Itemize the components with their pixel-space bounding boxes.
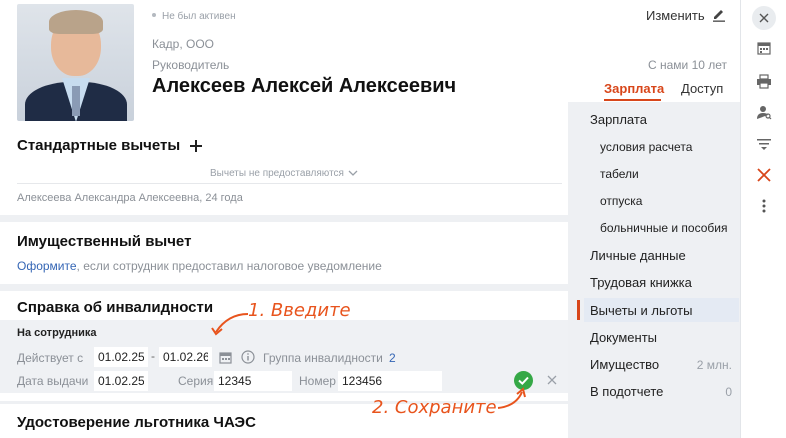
nav-item-work-book[interactable]: Трудовая книжка (590, 275, 692, 290)
nav-item-salary[interactable]: Зарплата (590, 112, 647, 127)
close-icon (759, 13, 769, 23)
divider (17, 183, 562, 184)
calendar-icon[interactable] (219, 351, 232, 364)
disability-group-value[interactable]: 2 (389, 351, 396, 365)
company-name: Кадр, ООО (152, 37, 215, 51)
annotation-step2: 2. Сохраните (372, 397, 497, 418)
chaes-title: Удостоверение льготника ЧАЭС (17, 414, 256, 431)
printer-icon[interactable] (756, 73, 772, 89)
disability-title: Справка об инвалидности (17, 299, 214, 316)
disability-group-label: Группа инвалидности (263, 351, 383, 365)
number-label: Номер (299, 374, 336, 388)
property-count: 2 млн. (696, 358, 732, 372)
series-input[interactable] (214, 371, 292, 391)
edit-button[interactable]: Изменить (646, 7, 727, 23)
tab-access[interactable]: Доступ (681, 81, 723, 96)
employee-position: Руководитель (152, 58, 230, 72)
date-range-dash: - (151, 349, 155, 363)
pencil-icon (712, 10, 725, 22)
nav-item-vacations[interactable]: отпуска (600, 194, 642, 208)
nav-item-sick-leave[interactable]: больничные и пособия (600, 221, 727, 235)
nav-item-property[interactable]: Имущество (590, 357, 659, 372)
number-input[interactable] (338, 371, 442, 391)
right-toolbar (740, 0, 786, 438)
annotation-arrow-1 (211, 313, 249, 336)
nav-active-marker (577, 300, 580, 320)
tab-salary[interactable]: Зарплата (604, 81, 664, 96)
status-text: Не был активен (162, 11, 236, 22)
standard-deductions-title: Стандартные вычеты (17, 137, 181, 154)
dependent-person[interactable]: Алексеева Александра Алексеевна, 24 года (17, 192, 243, 204)
property-deduction-title: Имущественный вычет (17, 233, 192, 250)
series-label: Серия (178, 374, 214, 388)
employee-photo (17, 4, 134, 121)
user-search-icon[interactable] (756, 104, 772, 120)
deductions-collapse-toggle[interactable]: Вычеты не предоставляются (210, 168, 358, 179)
calendar-icon[interactable] (756, 40, 772, 56)
edit-label: Изменить (646, 7, 705, 23)
nav-item-deductions[interactable]: Вычеты и льготы (590, 303, 692, 318)
issue-date-input[interactable] (94, 371, 148, 391)
valid-from-input[interactable] (94, 347, 148, 367)
add-deduction-plus-icon[interactable] (188, 138, 204, 154)
filter-list-icon[interactable] (756, 136, 772, 152)
accountable-count: 0 (725, 385, 732, 399)
hint-text: , если сотрудник предоставил налоговое у… (76, 259, 382, 273)
property-deduction-card (0, 222, 568, 284)
info-icon[interactable] (241, 350, 255, 364)
valid-to-input[interactable] (159, 347, 212, 367)
nav-item-calc-conditions[interactable]: условия расчета (600, 140, 692, 154)
cancel-icon[interactable] (546, 374, 558, 386)
valid-from-label: Действует с (17, 351, 84, 365)
more-icon[interactable] (756, 198, 772, 214)
annotation-arrow-2 (497, 387, 526, 409)
nav-item-accountable[interactable]: В подотчете (590, 384, 663, 399)
employee-full-name: Алексеев Алексей Алексеевич (152, 75, 457, 97)
dismiss-red-icon[interactable] (756, 167, 772, 183)
nav-item-personal-data[interactable]: Личные данные (590, 248, 686, 263)
nav-item-documents[interactable]: Документы (590, 330, 657, 345)
not-provided-text: Вычеты не предоставляются (210, 168, 344, 179)
activity-status: Не был активен (152, 11, 236, 22)
apply-link[interactable]: Оформите (17, 259, 77, 273)
close-button[interactable] (752, 6, 776, 30)
for-employee-label: На сотрудника (17, 327, 97, 339)
issue-date-label: Дата выдачи (17, 374, 89, 388)
active-tab-underline (604, 99, 661, 101)
chevron-down-icon (348, 170, 358, 176)
nav-item-timesheets[interactable]: табели (600, 167, 639, 181)
status-dot-icon (152, 13, 156, 17)
tenure-text: С нами 10 лет (648, 58, 728, 72)
property-deduction-hint: Оформите, если сотрудник предоставил нал… (17, 259, 382, 273)
annotation-step1: 1. Введите (248, 300, 351, 321)
